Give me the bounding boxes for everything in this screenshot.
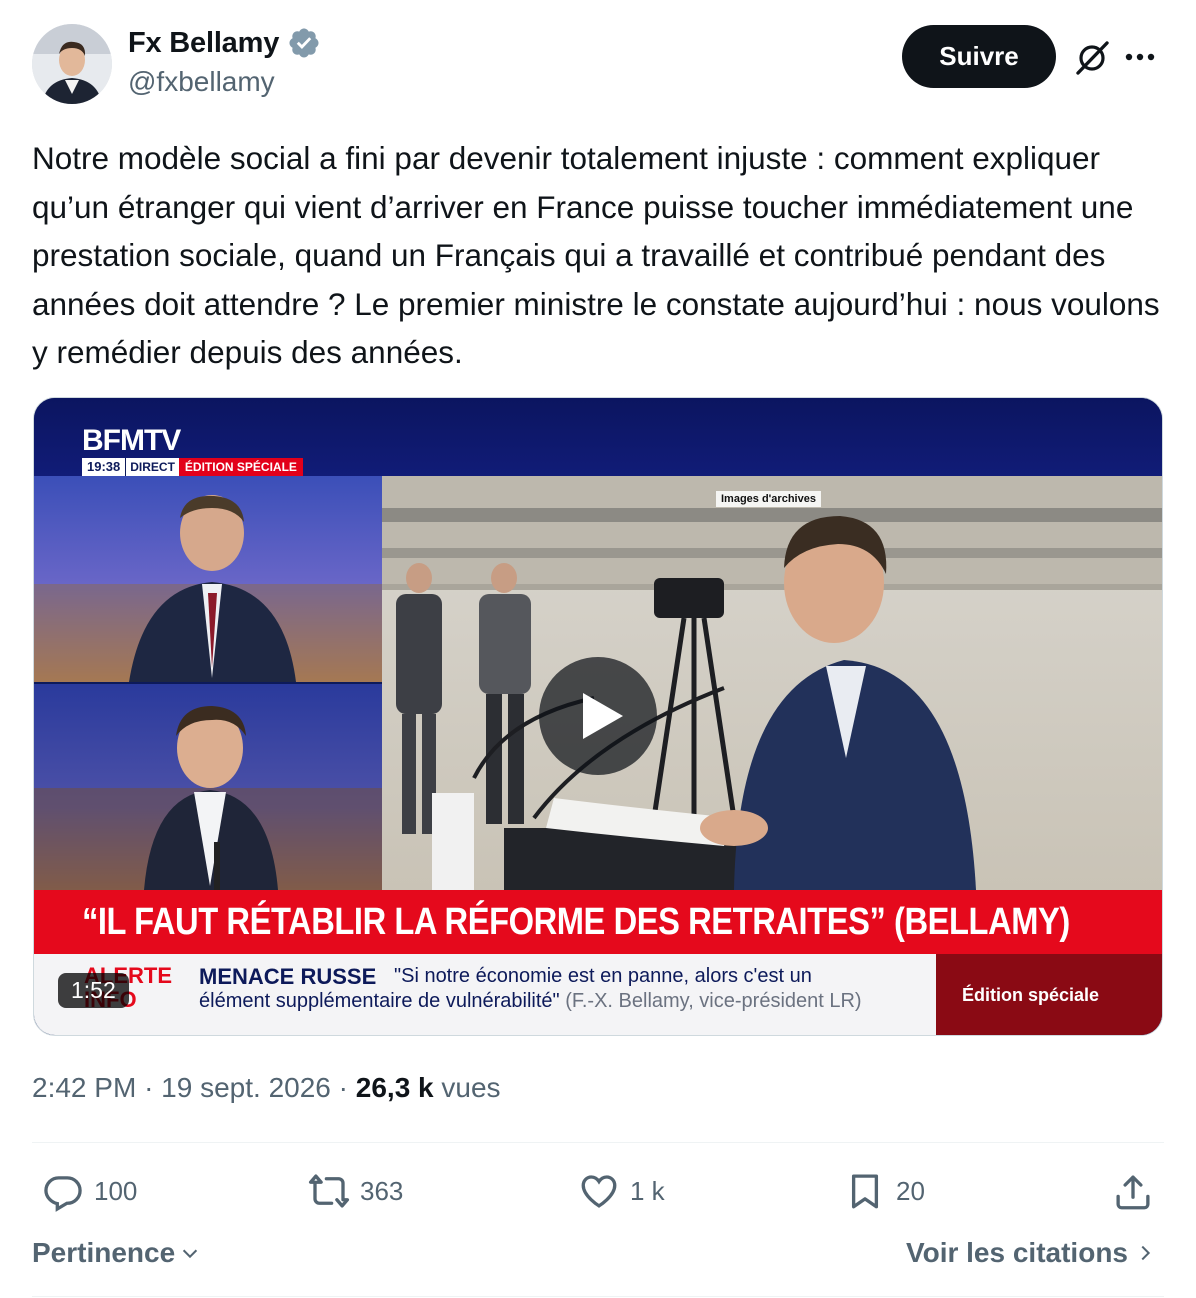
- views-count: 26,3 k: [355, 1072, 434, 1103]
- channel-status-bar: 19:38 DIRECT ÉDITION SPÉCIALE: [82, 458, 303, 476]
- edition-label: ÉDITION SPÉCIALE: [178, 458, 303, 476]
- like-count: 1 k: [630, 1175, 665, 1206]
- play-button[interactable]: [539, 657, 657, 775]
- news-ticker: ALERTE INFO MENACE RUSSE "Si notre écono…: [34, 954, 936, 1035]
- repost-count: 363: [360, 1175, 404, 1206]
- tweet-card: Fx Bellamy @fxbellamy Suivre Notre modèl…: [0, 0, 1196, 1298]
- headline-bar: “IL FAUT RÉTABLIR LA RÉFORME DES RETRAIT…: [34, 890, 1162, 954]
- avatar[interactable]: [32, 24, 112, 104]
- meta-separator: ·: [144, 1072, 154, 1103]
- video-duration: 1:52: [58, 973, 129, 1008]
- channel-logo: BFMTV: [82, 424, 181, 457]
- chevron-right-icon: [1141, 1245, 1151, 1261]
- heart-icon: [581, 1175, 617, 1208]
- share-icon[interactable]: [1112, 1171, 1154, 1213]
- ticker-quote-line1: "Si notre économie est en panne, alors c…: [394, 965, 812, 987]
- repost-button[interactable]: 363: [308, 1170, 403, 1212]
- meta-separator: ·: [338, 1072, 348, 1103]
- divider: [32, 1142, 1164, 1143]
- headline-text: “IL FAUT RÉTABLIR LA RÉFORME DES RETRAIT…: [82, 900, 1070, 943]
- views-label: vues: [441, 1072, 501, 1103]
- author-handle[interactable]: @fxbellamy: [128, 66, 275, 98]
- chevron-down-icon: [183, 1249, 198, 1259]
- post-time[interactable]: 2:42 PM: [32, 1072, 136, 1103]
- like-button[interactable]: 1 k: [578, 1170, 665, 1212]
- bookmark-count: 20: [896, 1175, 925, 1206]
- ticker-quote-line2: élément supplémentaire de vulnérabilité"…: [199, 990, 862, 1013]
- display-name[interactable]: Fx Bellamy: [128, 27, 279, 60]
- ticker-attribution: (F.-X. Bellamy, vice-président LR): [565, 990, 862, 1012]
- ticker-quote-text: élément supplémentaire de vulnérabilité": [199, 990, 560, 1012]
- divider: [32, 1296, 1164, 1297]
- live-label: DIRECT: [125, 458, 179, 476]
- reply-count: 100: [94, 1175, 138, 1206]
- verified-badge-icon: [289, 28, 319, 58]
- grok-icon[interactable]: [1072, 38, 1112, 78]
- special-edition-box: Édition spéciale: [936, 954, 1162, 1035]
- bookmark-button[interactable]: 20: [844, 1170, 925, 1212]
- post-date[interactable]: 19 sept. 2026: [161, 1072, 331, 1103]
- ticker-topic: MENACE RUSSE: [199, 964, 377, 989]
- quotes-link-label: Voir les citations: [906, 1237, 1128, 1268]
- archives-tag: Images d'archives: [716, 491, 821, 507]
- bookmark-icon: [851, 1174, 879, 1209]
- reply-icon: [44, 1176, 82, 1212]
- repost-icon: [308, 1174, 350, 1208]
- sort-label: Pertinence: [32, 1237, 176, 1268]
- play-icon: [583, 693, 623, 739]
- reply-button[interactable]: 100: [42, 1170, 137, 1212]
- broadcast-time: 19:38: [82, 458, 126, 476]
- more-icon[interactable]: [1118, 40, 1162, 74]
- follow-button[interactable]: Suivre: [902, 25, 1056, 88]
- tweet-text: Notre modèle social a fini par devenir t…: [32, 140, 1160, 370]
- author-name-row[interactable]: Fx Bellamy: [128, 26, 321, 60]
- sort-dropdown[interactable]: Pertinence: [32, 1237, 201, 1269]
- tweet-meta: 2:42 PM · 19 sept. 2026 · 26,3 k vues: [32, 1072, 501, 1104]
- video-player[interactable]: BFMTV 19:38 DIRECT ÉDITION SPÉCIALE Imag…: [33, 397, 1163, 1036]
- view-quotes-link[interactable]: Voir les citations: [906, 1237, 1156, 1269]
